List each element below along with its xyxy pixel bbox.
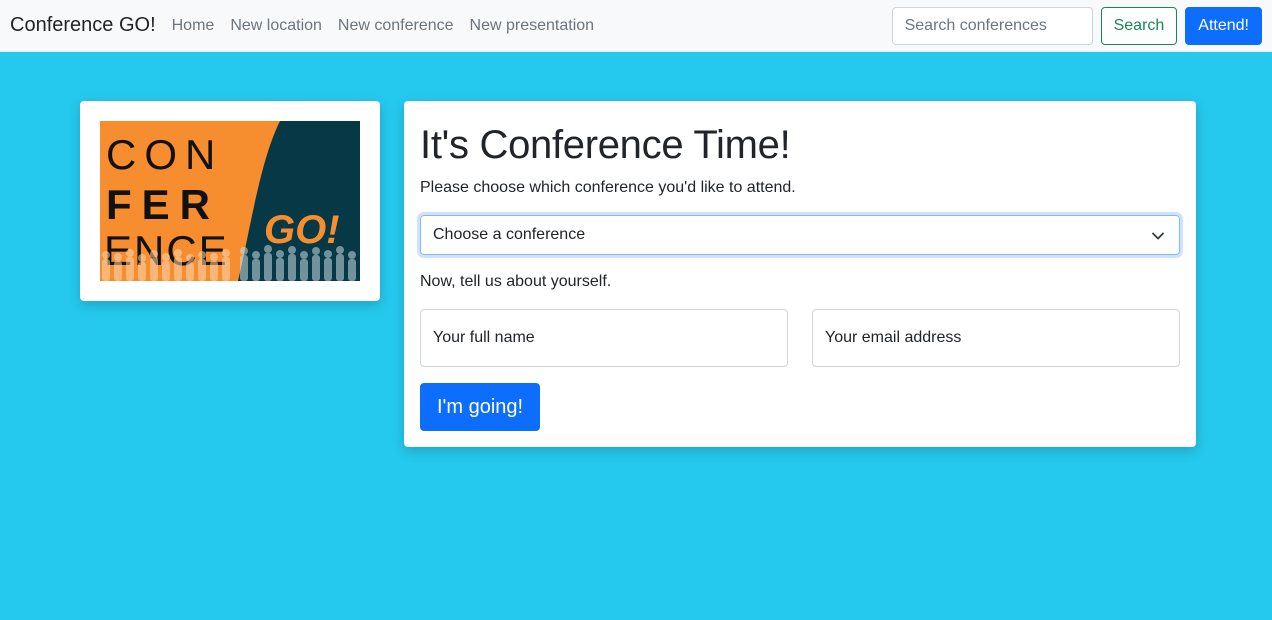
nav-actions: Search Attend! [891,6,1262,45]
full-name-field[interactable]: Your full name [420,309,788,367]
top-navbar: Conference GO! Home New location New con… [0,0,1272,52]
brand-link[interactable]: Conference GO! [10,14,156,37]
page-title: It's Conference Time! [420,123,791,167]
logo-card: CON FER ENCE GO! [80,101,380,301]
logo-line-fer: FER [106,181,220,228]
search-button[interactable]: Search [1100,6,1178,45]
choose-conference-text: Please choose which conference you'd lik… [420,179,796,196]
about-yourself-text: Now, tell us about yourself. [420,273,612,290]
nav-link-new-conference[interactable]: New conference [338,17,454,35]
attend-form-card: It's Conference Time! Please choose whic… [404,101,1196,447]
logo-go-text: GO! [264,208,340,252]
logo-line-con: CON [106,131,223,178]
email-field[interactable]: Your email address [812,309,1180,367]
attend-button[interactable]: Attend! [1185,6,1262,45]
personal-info-row: Your full name Your email address [420,309,1180,367]
conference-select-value: Choose a conference [433,226,586,243]
chevron-down-icon [1152,232,1164,240]
conference-go-logo: CON FER ENCE GO! [100,121,360,281]
nav-link-new-location[interactable]: New location [230,17,322,35]
full-name-placeholder: Your full name [433,329,535,346]
nav-link-home[interactable]: Home [172,17,215,35]
nav-link-new-presentation[interactable]: New presentation [470,17,595,35]
conference-select[interactable]: Choose a conference [420,215,1180,255]
im-going-button[interactable]: I'm going! [420,383,541,431]
email-placeholder: Your email address [825,329,962,346]
search-input[interactable] [891,6,1093,45]
